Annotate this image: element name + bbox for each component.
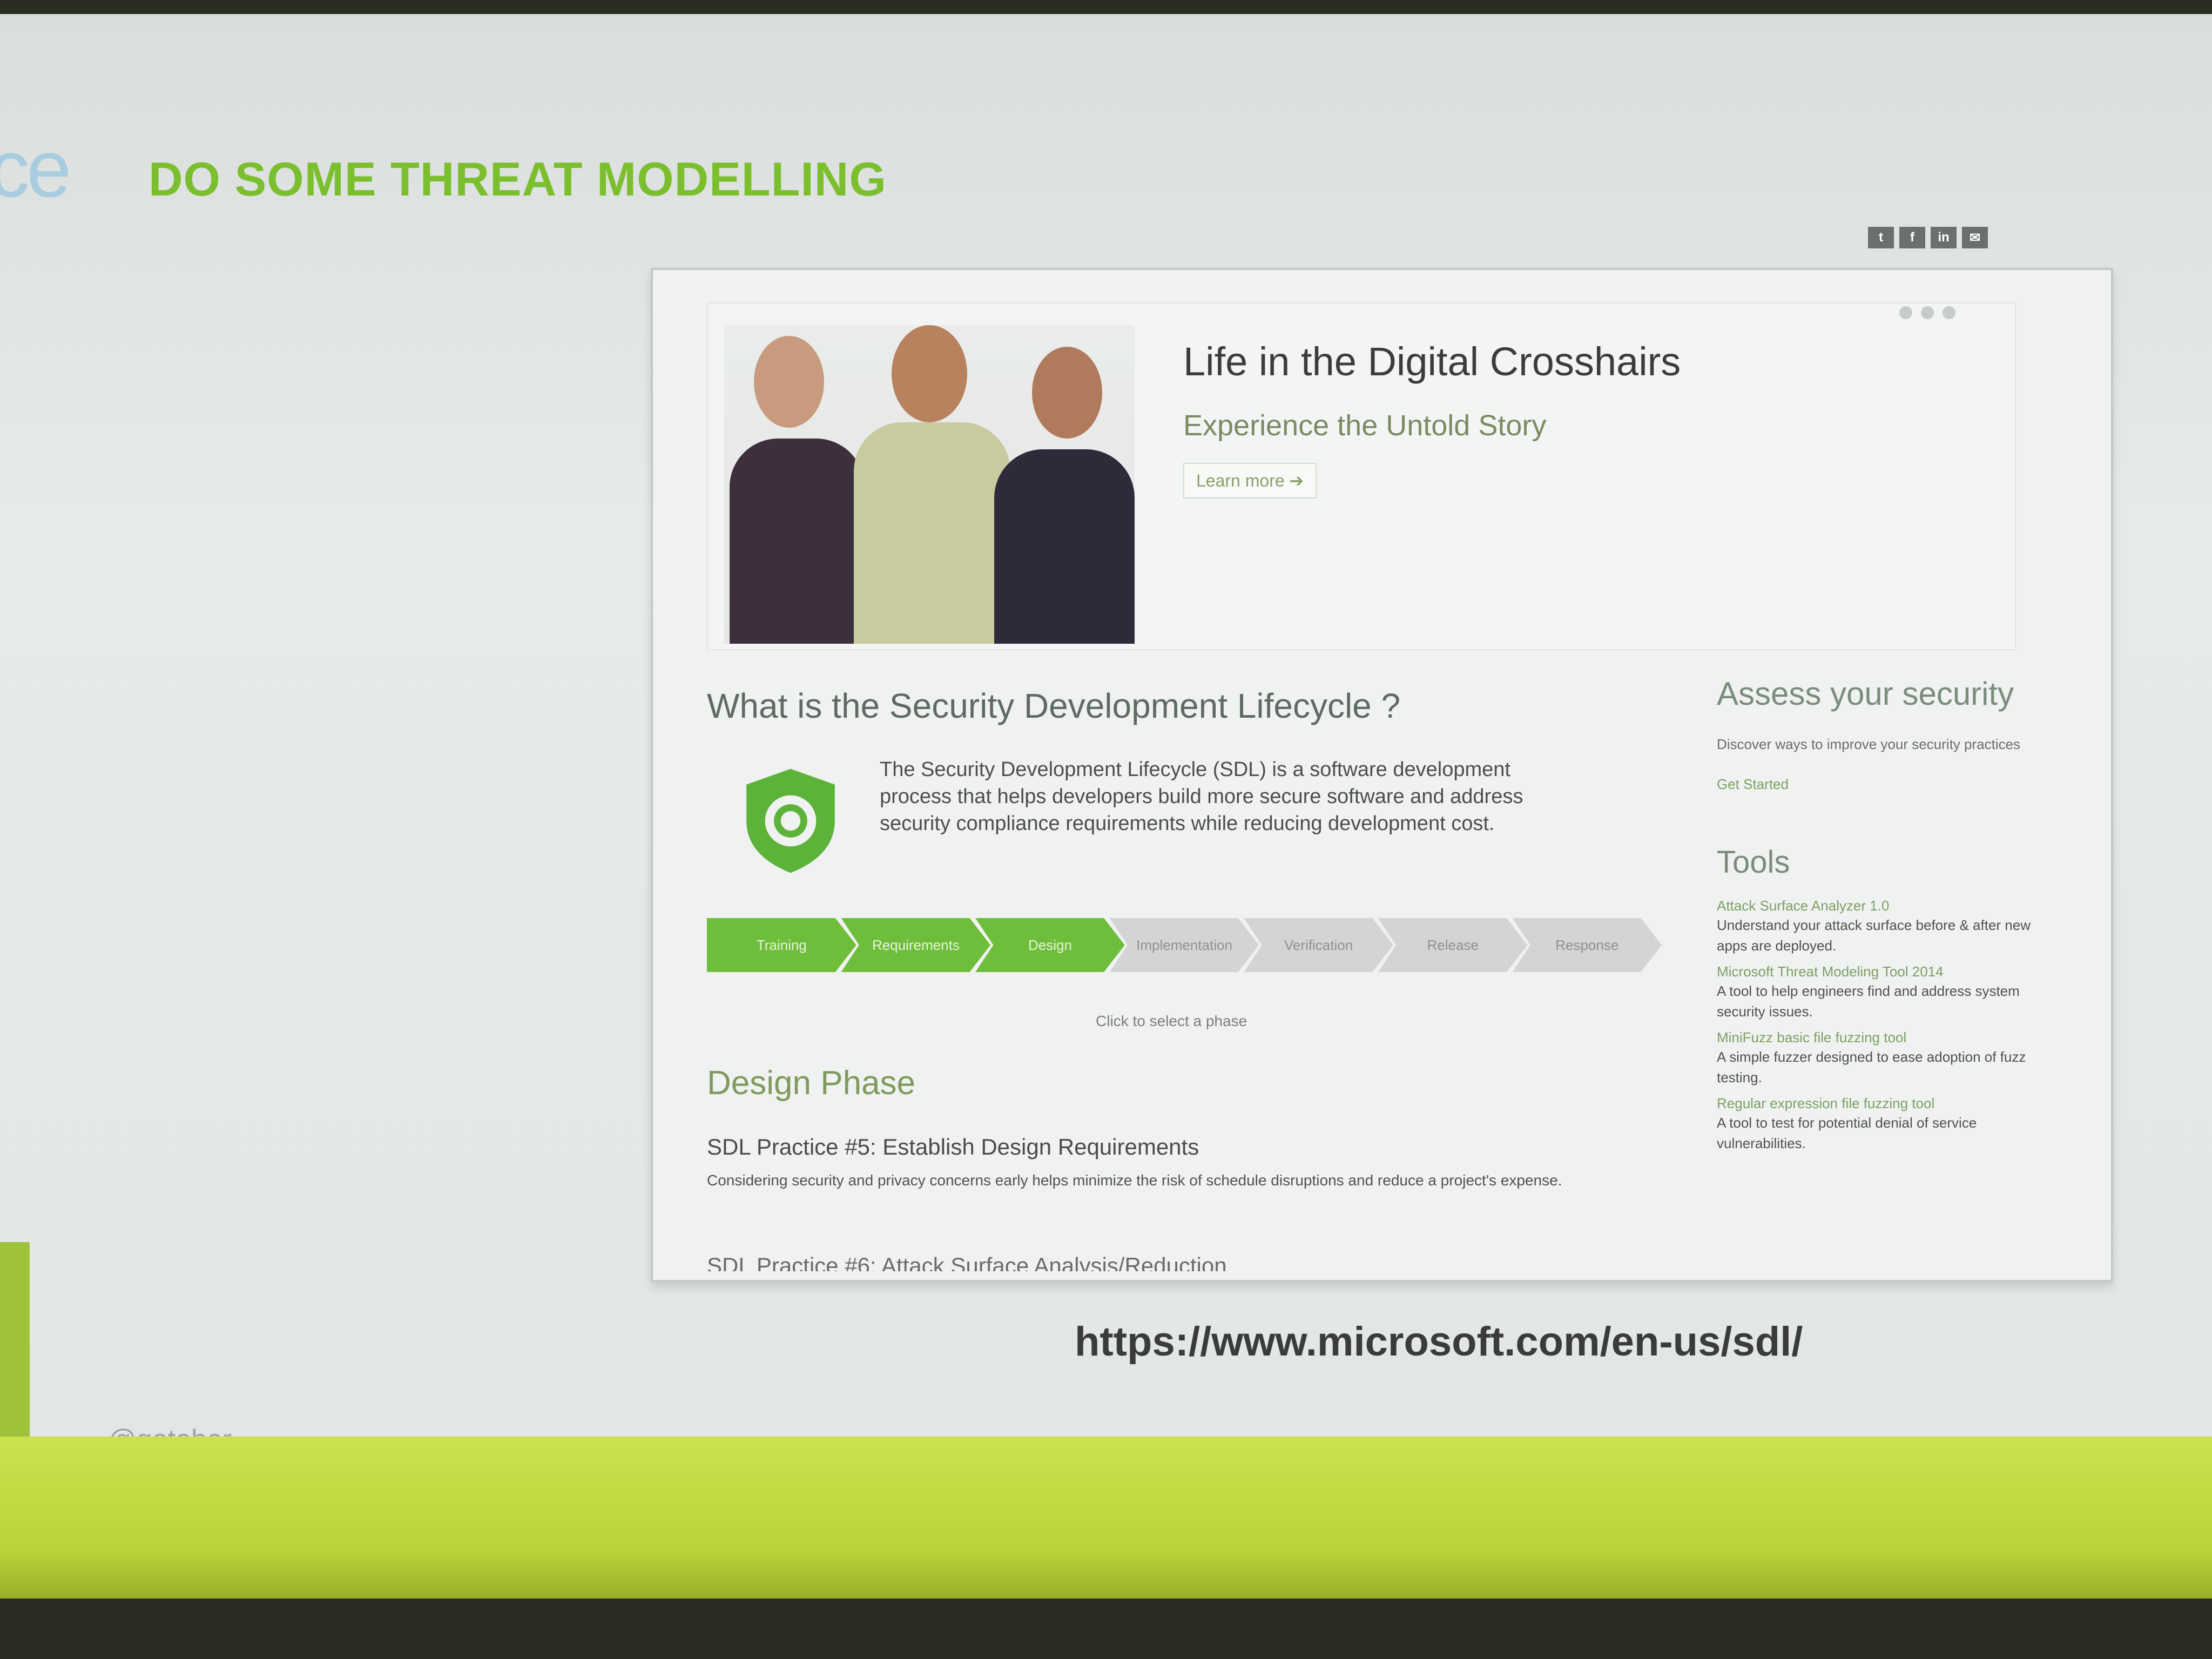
person-left — [730, 325, 865, 644]
tool-item: Regular expression file fuzzing tool A t… — [1717, 1094, 2062, 1154]
arrow-right-icon: ➔ — [1289, 471, 1304, 490]
tool-item: Attack Surface Analyzer 1.0 Understand y… — [1717, 896, 2062, 956]
phase-verification[interactable]: Verification — [1244, 918, 1393, 972]
tool-item: MiniFuzz basic file fuzzing tool A simpl… — [1717, 1028, 2062, 1088]
get-started-link[interactable]: Get Started — [1717, 776, 2062, 793]
linkedin-icon[interactable]: in — [1931, 227, 1957, 248]
phase-requirements[interactable]: Requirements — [841, 918, 991, 972]
tool-link[interactable]: MiniFuzz basic file fuzzing tool — [1717, 1028, 2062, 1047]
practice-title: SDL Practice #5: Establish Design Requir… — [707, 1134, 1199, 1159]
design-phase-heading: Design Phase — [707, 1064, 916, 1102]
sdl-heading: What is the Security Development Lifecyc… — [707, 686, 1401, 725]
person-right — [994, 325, 1135, 644]
tool-description: A simple fuzzer designed to ease adoptio… — [1717, 1049, 2026, 1085]
tools-title: Tools — [1717, 845, 1790, 880]
phase-implementation[interactable]: Implementation — [1109, 918, 1259, 972]
person-middle — [854, 325, 1010, 644]
carousel-dot[interactable] — [1943, 306, 1955, 319]
twitter-icon[interactable]: t — [1868, 227, 1894, 248]
email-icon[interactable]: ✉ — [1962, 227, 1988, 248]
tool-item: Microsoft Threat Modeling Tool 2014 A to… — [1717, 962, 2062, 1022]
assess-description: Discover ways to improve your security p… — [1717, 736, 2021, 752]
learn-more-button[interactable]: Learn more ➔ — [1183, 463, 1317, 498]
phase-response[interactable]: Response — [1512, 918, 1662, 972]
social-icons: t f in ✉ — [1868, 227, 1988, 248]
tool-description: Understand your attack surface before & … — [1717, 917, 2031, 954]
bottom-green-bar — [0, 1437, 2212, 1599]
sdl-shield-icon — [746, 768, 835, 873]
tool-link[interactable]: Regular expression file fuzzing tool — [1717, 1094, 2062, 1112]
projection-screen: ce DO SOME THREAT MODELLING t f in ✉ Lif… — [0, 14, 2212, 1472]
tool-description: A tool to test for potential denial of s… — [1717, 1115, 1977, 1151]
practice-description: Considering security and privacy concern… — [707, 1172, 1562, 1189]
tool-description: A tool to help engineers find and addres… — [1717, 983, 2020, 1020]
website-screenshot: t f in ✉ Life in the Digital Crosshairs … — [651, 227, 2113, 1282]
phase-design[interactable]: Design — [975, 918, 1125, 972]
carousel-dot[interactable] — [1899, 306, 1912, 319]
tool-link[interactable]: Microsoft Threat Modeling Tool 2014 — [1717, 962, 2062, 981]
sidebar: Assess your security Discover ways to im… — [1717, 675, 2062, 1160]
hero-subtitle: Experience the Untold Story — [1183, 409, 1547, 442]
hero-title: Life in the Digital Crosshairs — [1183, 339, 1681, 384]
phase-hint: Click to select a phase — [1096, 1013, 1247, 1029]
presentation-slide: ce DO SOME THREAT MODELLING t f in ✉ Lif… — [0, 0, 2212, 1659]
phase-training[interactable]: Training — [707, 918, 857, 972]
hero-photo — [724, 325, 1135, 644]
next-practice-title: SDL Practice #6: Attack Surface Analysis… — [707, 1253, 1227, 1271]
facebook-icon[interactable]: f — [1899, 227, 1925, 248]
hero-banner: Life in the Digital Crosshairs Experienc… — [707, 302, 2016, 650]
tool-link[interactable]: Attack Surface Analyzer 1.0 — [1717, 896, 2062, 915]
carousel-dot[interactable] — [1921, 306, 1934, 319]
assess-title: Assess your security — [1717, 676, 2014, 712]
carousel-dots — [1899, 306, 1955, 319]
green-tab — [0, 1242, 30, 1458]
slide-title: DO SOME THREAT MODELLING — [149, 152, 887, 206]
phase-release[interactable]: Release — [1378, 918, 1528, 972]
logo-fragment: ce — [0, 123, 71, 214]
learn-more-label: Learn more — [1196, 471, 1285, 490]
phase-selector: Training Requirements Design Implementat… — [707, 918, 1662, 977]
sdl-description: The Security Development Lifecycle (SDL)… — [880, 758, 1523, 835]
sdl-url: https://www.microsoft.com/en-us/sdl/ — [1075, 1319, 1803, 1365]
